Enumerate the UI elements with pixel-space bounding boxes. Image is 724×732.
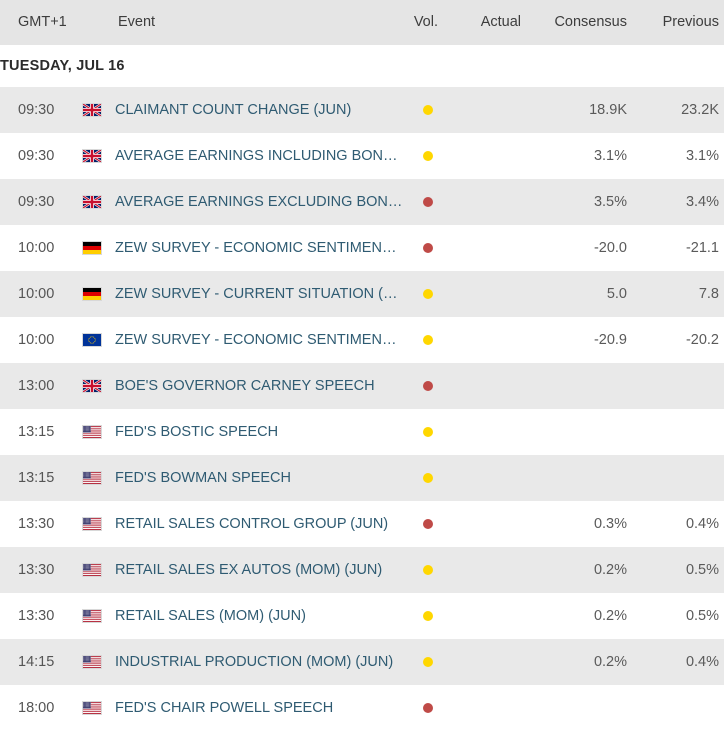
event-row[interactable]: 18:00 FED'S CHAIR POWELL SPEECH <box>0 685 724 731</box>
event-row[interactable]: 13:15 FED'S BOWMAN SPEECH <box>0 455 724 501</box>
calendar-table-header: GMT+1 Event Vol. Actual Consensus Previo… <box>0 0 724 45</box>
event-previous-value <box>0 363 719 409</box>
event-previous-value <box>0 455 719 501</box>
event-previous-value: 7.8 <box>698 286 719 302</box>
event-row[interactable]: 10:00 ZEW SURVEY - ECONOMIC SENTIMENT (J.… <box>0 225 724 271</box>
event-previous-value: 3.4% <box>685 194 719 210</box>
event-previous-value: 0.5% <box>685 608 719 624</box>
event-rows: 09:30 CLAIMANT COUNT CHANGE (JUN) 18.9K 23.… <box>0 87 724 731</box>
event-row[interactable]: 14:15 INDUSTRIAL PRODUCTION (MOM) (JUN) 0.… <box>0 639 724 685</box>
event-previous-value: 0.5% <box>685 562 719 578</box>
event-row[interactable]: 09:30 AVERAGE EARNINGS INCLUDING BONUS (.… <box>0 133 724 179</box>
event-previous-value <box>0 685 719 731</box>
event-previous-value: -20.2 <box>685 332 719 348</box>
event-previous-value <box>0 409 719 455</box>
column-header-previous[interactable]: Previous <box>0 0 719 45</box>
date-group-header: TUESDAY, JUL 16 <box>0 45 724 87</box>
economic-calendar: GMT+1 Event Vol. Actual Consensus Previo… <box>0 0 724 732</box>
event-row[interactable]: 13:00 BOE'S GOVERNOR CARNEY SPEECH <box>0 363 724 409</box>
event-row[interactable]: 09:30 AVERAGE EARNINGS EXCLUDING BONUS ..… <box>0 179 724 225</box>
event-previous-value: -21.1 <box>685 240 719 256</box>
event-previous-value: 0.4% <box>685 516 719 532</box>
event-row[interactable]: 10:00 ZEW SURVEY - CURRENT SITUATION (JUL… <box>0 271 724 317</box>
event-row[interactable]: 13:30 RETAIL SALES (MOM) (JUN) 0.2% 0.5% <box>0 593 724 639</box>
event-previous-value: 3.1% <box>685 148 719 164</box>
date-group-label: TUESDAY, JUL 16 <box>0 58 125 74</box>
event-row[interactable]: 10:00 ZEW SURVEY - ECONOMIC SENTIMENT (J.… <box>0 317 724 363</box>
event-previous-value: 23.2K <box>681 102 719 118</box>
event-row[interactable]: 09:30 CLAIMANT COUNT CHANGE (JUN) 18.9K 23.… <box>0 87 724 133</box>
event-row[interactable]: 13:30 RETAIL SALES CONTROL GROUP (JUN) 0.3… <box>0 501 724 547</box>
event-row[interactable]: 13:30 RETAIL SALES EX AUTOS (MOM) (JUN) 0.… <box>0 547 724 593</box>
event-previous-value: 0.4% <box>685 654 719 670</box>
event-row[interactable]: 13:15 FED'S BOSTIC SPEECH <box>0 409 724 455</box>
